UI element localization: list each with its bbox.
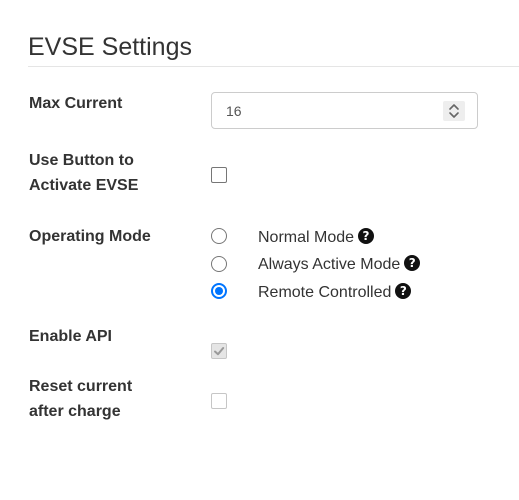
remote-controlled-label: Remote Controlled (258, 284, 392, 301)
enable-api-checkbox[interactable] (211, 343, 227, 359)
up-down-chevron-icon (449, 104, 459, 118)
evse-settings-panel: EVSE Settings Max Current 16 Use Button … (0, 0, 519, 500)
always-active-mode-label: Always Active Mode (258, 256, 401, 273)
max-current-label: Max Current (29, 95, 123, 112)
remote-controlled-option[interactable]: Remote Controlled? (258, 283, 412, 303)
question-circle-icon[interactable]: ? (395, 283, 412, 299)
reset-current-label-line2: after charge (29, 403, 121, 420)
always-active-mode-radio[interactable] (211, 256, 227, 272)
normal-mode-label: Normal Mode (258, 229, 355, 246)
use-button-checkbox[interactable] (211, 167, 227, 183)
enable-api-label: Enable API (29, 328, 112, 345)
max-current-spinner[interactable] (443, 101, 465, 121)
normal-mode-radio[interactable] (211, 228, 227, 244)
max-current-input[interactable]: 16 (211, 92, 478, 129)
use-button-label-line2: Activate EVSE (29, 177, 139, 194)
reset-current-checkbox[interactable] (211, 393, 227, 409)
remote-controlled-radio[interactable] (211, 283, 227, 299)
page-title: EVSE Settings (28, 33, 192, 61)
reset-current-label-line1: Reset current (29, 378, 133, 395)
max-current-value: 16 (226, 103, 242, 119)
use-button-label: Use Button to Activate EVSE (29, 148, 199, 198)
question-circle-icon[interactable]: ? (404, 255, 421, 271)
reset-current-label: Reset current after charge (29, 374, 199, 424)
title-divider (28, 66, 519, 67)
always-active-mode-option[interactable]: Always Active Mode? (258, 255, 421, 275)
checkmark-icon (214, 347, 225, 356)
question-circle-icon[interactable]: ? (358, 228, 375, 244)
normal-mode-option[interactable]: Normal Mode? (258, 228, 375, 248)
use-button-label-line1: Use Button to (29, 152, 134, 169)
operating-mode-label: Operating Mode (29, 228, 151, 245)
